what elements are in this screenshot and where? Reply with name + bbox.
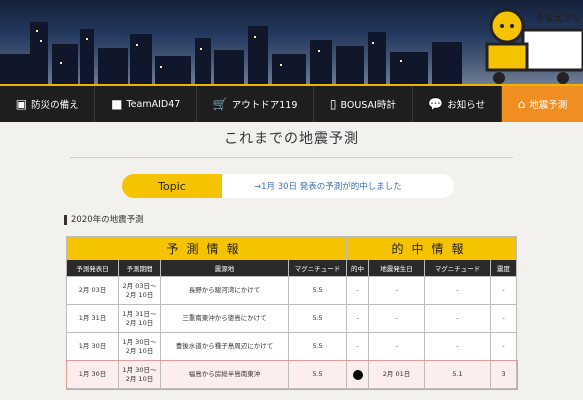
- cell-actual-magnitude: -: [424, 332, 492, 361]
- nav-item-news[interactable]: 💬 お知らせ: [413, 86, 502, 122]
- cell-hit: -: [346, 276, 370, 305]
- cell-announce: 1月 31日: [66, 304, 119, 333]
- column-header: 震度: [490, 259, 518, 277]
- cell-actual-magnitude: -: [424, 276, 492, 305]
- cell-announce: 1月 30日: [66, 360, 119, 389]
- phone-icon: ▯: [329, 97, 337, 111]
- group-header-hit: 的中情報: [346, 236, 518, 260]
- cell-epicenter: 豊後水道から種子島周辺にかけて: [160, 332, 289, 361]
- cell-magnitude: 5.5: [287, 360, 348, 389]
- cell-occur-date: -: [368, 276, 426, 305]
- nav-item-label: お知らせ: [447, 100, 486, 111]
- cell-hit: -: [346, 304, 370, 333]
- cell-occur-date: -: [368, 332, 426, 361]
- truck-label: そなえアリ: [535, 14, 581, 24]
- column-header: 的中: [346, 259, 370, 277]
- cell-announce: 1月 30日: [66, 332, 119, 361]
- cell-intensity: 3: [490, 360, 518, 389]
- cell-period: 2月 03日～ 2月 10日: [118, 276, 161, 305]
- cell-intensity: -: [490, 332, 518, 361]
- title-divider: [70, 157, 513, 158]
- column-header: マグニチュード: [287, 259, 348, 277]
- cell-hit: -: [346, 332, 370, 361]
- cell-magnitude: 5.5: [287, 276, 348, 305]
- section-title: 2020年の地震予測: [64, 215, 144, 225]
- column-header: 地震発生日: [368, 259, 426, 277]
- cell-occur-date: -: [368, 304, 426, 333]
- nav-item-label: BOUSAI時計: [340, 100, 396, 111]
- hit-mark-icon: [352, 369, 363, 380]
- cell-occur-date: 2月 01日: [368, 360, 426, 389]
- column-header: 震源地: [160, 259, 289, 277]
- cell-period: 1月 31日～ 2月 10日: [118, 304, 161, 333]
- cell-magnitude: 5.5: [287, 332, 348, 361]
- column-header: マグニチュード: [424, 259, 492, 277]
- table-row: 1月 31日 1月 31日～ 2月 10日 三重南東沖から徳島にかけて 5.5 …: [66, 304, 518, 333]
- topic-tag: Topic: [122, 174, 222, 198]
- chat-bubble-icon: 💬: [428, 97, 444, 111]
- nav-item-bousai-clock[interactable]: ▯ BOUSAI時計: [314, 86, 413, 122]
- nav-item-bousai-sonae[interactable]: ▣ 防災の備え: [0, 86, 96, 122]
- nav-item-label: 地震予測: [529, 100, 568, 111]
- page-title: これまでの地震予測: [224, 131, 359, 147]
- cell-period: 1月 30日～ 2月 10日: [118, 332, 161, 361]
- nav-item-label: アウトドア119: [231, 100, 298, 111]
- cell-magnitude: 5.5: [287, 304, 348, 333]
- cell-intensity: -: [490, 276, 518, 305]
- cart-icon: 🛒: [212, 97, 228, 111]
- main-nav: ▣ 防災の備え ■ TeamAID47 🛒 アウトドア119 ▯ BOUSAI時…: [0, 84, 583, 122]
- column-header: 予測期間: [118, 259, 161, 277]
- table-row-hit: 1月 30日 1月 30日～ 2月 10日 福島から房総半島南東沖 5.5 2月…: [65, 359, 518, 390]
- column-header: 予測発表日: [66, 259, 119, 277]
- forecast-table: 予測情報 的中情報 予測発表日 予測期間 震源地 マグニチュード 的中 地震発生…: [65, 236, 518, 390]
- cell-intensity: -: [490, 304, 518, 333]
- cell-epicenter: 福島から房総半島南東沖: [160, 360, 289, 389]
- topic-banner[interactable]: Topic →1月 30日 発表の予測が的中しました: [122, 174, 454, 198]
- table-row: 1月 30日 1月 30日～ 2月 10日 豊後水道から種子島周辺にかけて 5.…: [66, 332, 518, 361]
- truck-icon: ■: [111, 97, 123, 111]
- nav-item-label: TeamAID47: [126, 98, 181, 110]
- group-header-forecast: 予測情報: [65, 236, 348, 260]
- cell-hit: [346, 360, 370, 389]
- nav-item-teamaid47[interactable]: ■ TeamAID47: [95, 86, 198, 122]
- cell-epicenter: 三重南東沖から徳島にかけて: [160, 304, 289, 333]
- broken-house-icon: ⌂: [517, 97, 526, 111]
- header-banner: そなえアリ: [0, 0, 583, 84]
- cell-actual-magnitude: -: [424, 304, 492, 333]
- nav-item-outdoor119[interactable]: 🛒 アウトドア119: [197, 86, 315, 122]
- cell-period: 1月 30日～ 2月 10日: [118, 360, 161, 389]
- first-aid-kit-icon: ▣: [15, 97, 28, 111]
- topic-link[interactable]: →1月 30日 発表の予測が的中しました: [222, 180, 402, 192]
- cell-actual-magnitude: 5.1: [424, 360, 492, 389]
- nav-item-earthquake-forecast[interactable]: ⌂ 地震予測: [501, 86, 583, 122]
- table-row: 2月 03日 2月 03日～ 2月 10日 長野から駿河湾にかけて 5.5 - …: [66, 276, 518, 305]
- nav-item-label: 防災の備え: [31, 100, 79, 111]
- cell-epicenter: 長野から駿河湾にかけて: [160, 276, 289, 305]
- cell-announce: 2月 03日: [66, 276, 119, 305]
